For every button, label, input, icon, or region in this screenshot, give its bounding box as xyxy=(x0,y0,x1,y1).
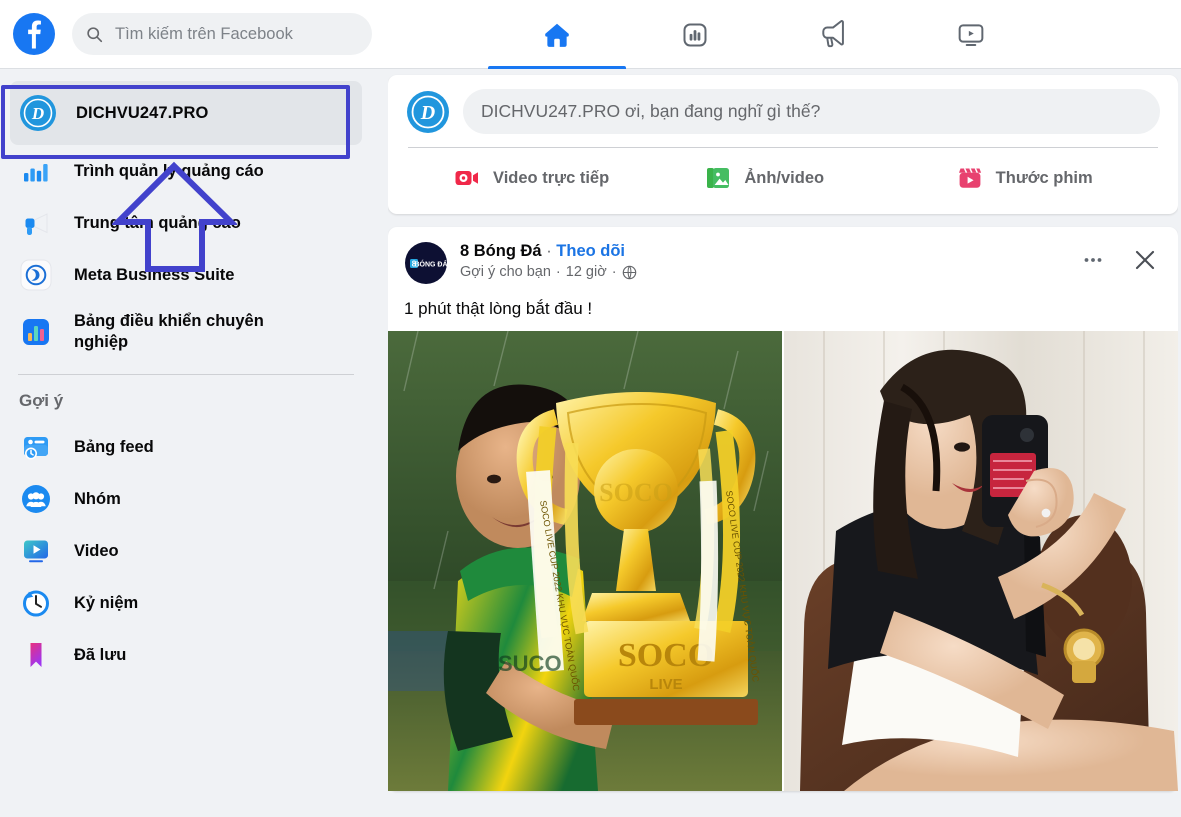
composer-input[interactable]: DICHVU247.PRO ơi, bạn đang nghĩ gì thế? xyxy=(463,89,1160,134)
svg-text:BÓNG ĐÁ: BÓNG ĐÁ xyxy=(414,259,447,268)
sidebar-item-label: Bảng điều khiển chuyên nghiệp xyxy=(74,312,264,351)
home-icon xyxy=(545,23,569,47)
composer-placeholder-text: DICHVU247.PRO ơi, bạn đang nghĩ gì thế? xyxy=(481,101,821,121)
facebook-page: Tìm kiếm trên Facebook D DICHVU247.PRO T… xyxy=(0,0,1181,817)
active-tab-underline xyxy=(488,66,626,69)
sidebar-item-label: Nhóm xyxy=(74,489,121,508)
professional-dashboard-icon xyxy=(17,313,55,351)
close-icon xyxy=(1135,250,1155,270)
composer-action-label: Ảnh/video xyxy=(744,168,825,187)
more-options-icon xyxy=(1084,258,1102,262)
girl-selfie-photo xyxy=(784,331,1178,791)
sidebar-section-title: Gợi ý xyxy=(19,391,64,410)
post-subtitle: Gợi ý cho bạn · 12 giờ · xyxy=(460,264,637,280)
composer-action-label: Video trực tiếp xyxy=(493,168,610,187)
nav-tab-ads-manager[interactable] xyxy=(626,0,764,69)
main-nav-tabs xyxy=(488,0,1040,69)
sidebar-item-video[interactable]: Video xyxy=(8,525,364,577)
composer-action-reels[interactable]: Thước phim xyxy=(909,157,1160,199)
composer-avatar[interactable]: D xyxy=(406,90,450,134)
feeds-icon xyxy=(17,428,55,466)
post-meta: 8 Bóng Đá · Theo dõi Gợi ý cho bạn · 12 … xyxy=(460,241,637,280)
sidebar-item-label: Bảng feed xyxy=(74,437,154,456)
sidebar-item-groups[interactable]: Nhóm xyxy=(8,473,364,525)
post-author-name: 8 Bóng Đá xyxy=(460,242,542,260)
sidebar-divider xyxy=(18,374,354,375)
search-icon xyxy=(87,26,103,42)
post-source-label: Gợi ý cho bạn xyxy=(460,264,551,280)
main-feed: D DICHVU247.PRO ơi, bạn đang nghĩ gì thế… xyxy=(388,69,1178,817)
post-image-selfie[interactable] xyxy=(784,331,1178,791)
sidebar-item-label: Đã lưu xyxy=(74,645,127,664)
sidebar-item-label: Trung tâm quảng cáo xyxy=(74,213,241,232)
post-close-button[interactable] xyxy=(1128,243,1162,277)
svg-text:D: D xyxy=(420,102,435,124)
post-author-line: 8 Bóng Đá · Theo dõi xyxy=(460,242,637,261)
left-sidebar: D DICHVU247.PRO Trình quản lý quảng cáo xyxy=(0,69,372,817)
svg-text:SOCO: SOCO xyxy=(599,478,673,507)
photo-video-icon xyxy=(707,168,730,188)
footballer-trophy-photo: SOCO SOCO LIVE SOCO LIVE CUP 2022 KHU VỰ… xyxy=(388,331,782,791)
composer-action-photo-video[interactable]: Ảnh/video xyxy=(657,157,908,199)
video-icon xyxy=(17,532,55,570)
svg-text:SUCO: SUCO xyxy=(498,651,562,676)
composer-action-live-video[interactable]: Video trực tiếp xyxy=(406,157,657,199)
nav-tab-ad-center[interactable] xyxy=(764,0,902,69)
ads-manager-bars-icon xyxy=(17,152,55,190)
svg-text:D: D xyxy=(31,104,44,123)
sidebar-item-meta-business-suite[interactable]: Meta Business Suite xyxy=(8,249,364,301)
sidebar-item-ads-manager[interactable]: Trình quản lý quảng cáo xyxy=(8,145,364,197)
groups-icon xyxy=(17,480,55,518)
post-header: 8 BÓNG ĐÁ 8 Bóng Đá · Theo dõi Gợi ý cho… xyxy=(388,227,1178,285)
reels-icon xyxy=(958,168,981,188)
post-more-options-button[interactable] xyxy=(1076,243,1110,277)
globe-icon xyxy=(622,265,636,279)
post-sub-sep-1: · xyxy=(555,264,561,280)
sidebar-item-feeds[interactable]: Bảng feed xyxy=(8,421,364,473)
nav-tab-video[interactable] xyxy=(902,0,1040,69)
nav-tab-home[interactable] xyxy=(488,0,626,69)
sidebar-item-profile[interactable]: D DICHVU247.PRO xyxy=(10,81,362,145)
post-timestamp[interactable]: 12 giờ xyxy=(566,264,607,280)
svg-text:LIVE: LIVE xyxy=(649,676,682,693)
composer-row: D DICHVU247.PRO ơi, bạn đang nghĩ gì thế… xyxy=(406,89,1160,134)
sidebar-item-professional-dashboard[interactable]: Bảng điều khiển chuyên nghiệp xyxy=(8,301,364,363)
composer-action-label: Thước phim xyxy=(995,168,1093,187)
post-header-actions xyxy=(1076,243,1162,277)
sidebar-item-label: Video xyxy=(74,541,119,560)
sidebar-item-label: Kỷ niệm xyxy=(74,593,139,612)
8-bong-da-avatar-icon[interactable]: 8 BÓNG ĐÁ xyxy=(404,241,448,285)
video-monitor-icon xyxy=(958,23,984,46)
post-follow-button[interactable]: Theo dõi xyxy=(556,242,625,260)
search-input[interactable]: Tìm kiếm trên Facebook xyxy=(72,13,372,55)
sidebar-item-saved[interactable]: Đã lưu xyxy=(8,629,364,681)
post-separator: · xyxy=(546,242,552,260)
search-placeholder-text: Tìm kiếm trên Facebook xyxy=(115,24,293,43)
dichvu247-avatar-icon: D xyxy=(19,94,57,132)
sidebar-item-label: Trình quản lý quảng cáo xyxy=(74,161,264,180)
sidebar-item-memories[interactable]: Kỷ niệm xyxy=(8,577,364,629)
post-body-text: 1 phút thật lòng bắt đầu ! xyxy=(404,299,593,318)
meta-business-suite-icon xyxy=(17,256,55,294)
bar-chart-square-icon xyxy=(683,23,707,46)
sidebar-item-label: Meta Business Suite xyxy=(74,265,235,284)
post-sub-sep-2: · xyxy=(611,264,617,280)
memories-clock-icon xyxy=(17,584,55,622)
saved-bookmark-icon xyxy=(17,636,55,674)
composer-actions: Video trực tiếp Ảnh/video Thước phim xyxy=(406,148,1160,206)
sidebar-profile-label: DICHVU247.PRO xyxy=(76,103,209,122)
post-image-footballer[interactable]: SOCO SOCO LIVE SOCO LIVE CUP 2022 KHU VỰ… xyxy=(388,331,782,791)
ad-center-megaphone-icon xyxy=(17,204,55,242)
live-video-icon xyxy=(455,171,478,185)
facebook-logo-icon[interactable] xyxy=(13,13,55,55)
post-images: SOCO SOCO LIVE SOCO LIVE CUP 2022 KHU VỰ… xyxy=(388,331,1178,791)
feed-post: 8 BÓNG ĐÁ 8 Bóng Đá · Theo dõi Gợi ý cho… xyxy=(388,227,1178,791)
megaphone-icon xyxy=(822,19,844,47)
top-navigation-bar: Tìm kiếm trên Facebook xyxy=(0,0,1181,69)
post-composer-card: D DICHVU247.PRO ơi, bạn đang nghĩ gì thế… xyxy=(388,75,1178,214)
sidebar-item-ad-center[interactable]: Trung tâm quảng cáo xyxy=(8,197,364,249)
